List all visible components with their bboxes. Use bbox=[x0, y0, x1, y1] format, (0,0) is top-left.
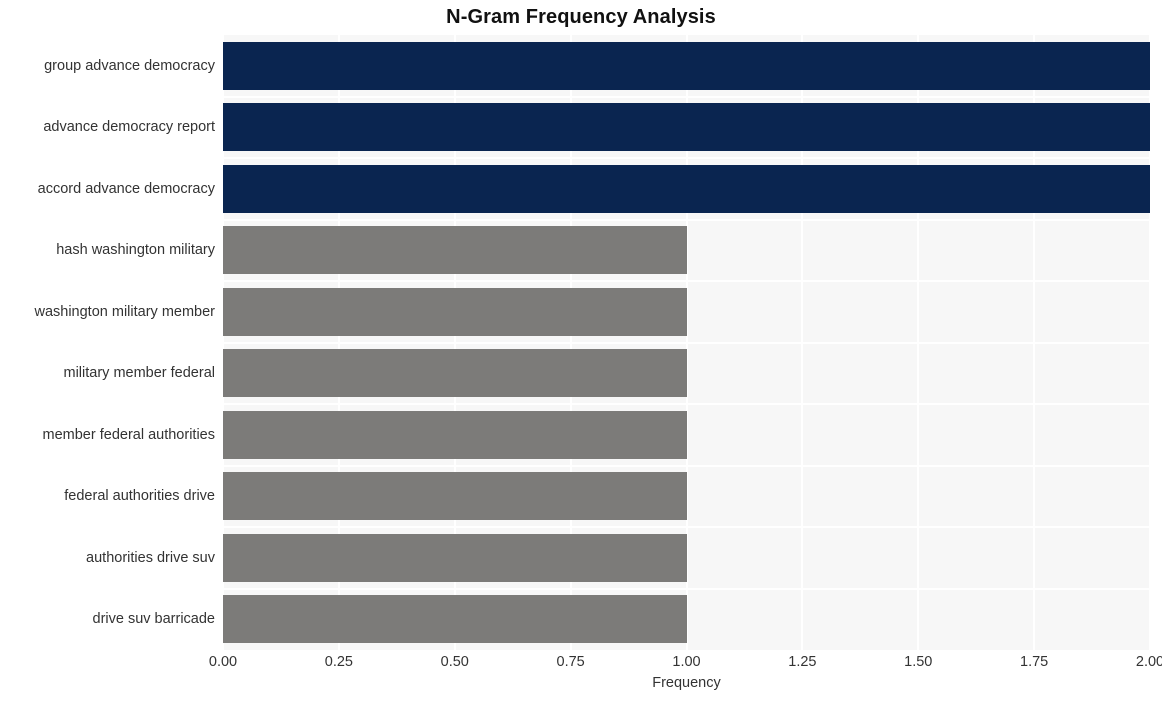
y-axis-tick-label: authorities drive suv bbox=[86, 549, 215, 566]
y-axis-tick-label: group advance democracy bbox=[44, 57, 215, 74]
plot-area bbox=[223, 35, 1150, 650]
x-axis-tick-label: 1.75 bbox=[1020, 654, 1049, 670]
y-axis-tick-label: drive suv barricade bbox=[92, 611, 216, 628]
gridline-horizontal bbox=[223, 218, 1150, 221]
gridline-horizontal bbox=[223, 403, 1150, 405]
gridline-horizontal bbox=[223, 341, 1150, 344]
gridline-horizontal bbox=[223, 95, 1150, 98]
x-axis-tick-label: 1.00 bbox=[672, 654, 701, 670]
x-axis-tick-label: 0.50 bbox=[440, 654, 469, 670]
bar bbox=[223, 410, 687, 459]
x-axis-tick-label: 2.00 bbox=[1135, 654, 1162, 670]
x-axis-tick-label: 0.00 bbox=[208, 654, 238, 670]
bar bbox=[223, 472, 687, 521]
x-axis-title: Frequency bbox=[652, 675, 721, 691]
y-axis-tick-label: member federal authorities bbox=[42, 426, 215, 443]
y-axis-tick-label: washington military member bbox=[34, 303, 215, 320]
x-axis-tick-label: 0.25 bbox=[324, 654, 353, 670]
chart-title: N-Gram Frequency Analysis bbox=[446, 6, 716, 28]
y-axis-tick-label: military member federal bbox=[63, 365, 216, 382]
gridline-horizontal bbox=[223, 587, 1150, 590]
y-axis-tick-label: hash washington military bbox=[56, 242, 215, 259]
bar bbox=[223, 164, 1150, 213]
chart-figure: N-Gram Frequency Analysis group advance … bbox=[0, 0, 1162, 701]
bar bbox=[223, 349, 687, 398]
gridline-horizontal bbox=[223, 157, 1150, 159]
bar bbox=[223, 41, 1150, 90]
y-axis-tick-label: accord advance democracy bbox=[37, 180, 215, 197]
x-axis-tick-label: 1.25 bbox=[788, 654, 817, 670]
bar bbox=[223, 226, 687, 275]
y-axis-tick-label: advance democracy report bbox=[43, 119, 215, 136]
bar bbox=[223, 533, 687, 582]
x-axis-tick-labels: 0.00 0.25 0.50 0.75 1.00 1.25 1.50 1.75 2.00 bbox=[0, 654, 1162, 676]
y-axis-tick-label: federal authorities drive bbox=[64, 488, 215, 505]
gridline-horizontal bbox=[223, 280, 1150, 282]
x-axis-tick-label: 0.75 bbox=[556, 654, 585, 670]
bar bbox=[223, 287, 687, 336]
gridline-horizontal bbox=[223, 526, 1150, 528]
bar bbox=[223, 595, 687, 644]
y-axis-tick-labels: group advance democracy advance democracy… bbox=[0, 35, 215, 650]
bar bbox=[223, 103, 1150, 152]
x-axis-tick-label: 1.50 bbox=[904, 654, 933, 670]
gridline-horizontal bbox=[223, 464, 1150, 467]
